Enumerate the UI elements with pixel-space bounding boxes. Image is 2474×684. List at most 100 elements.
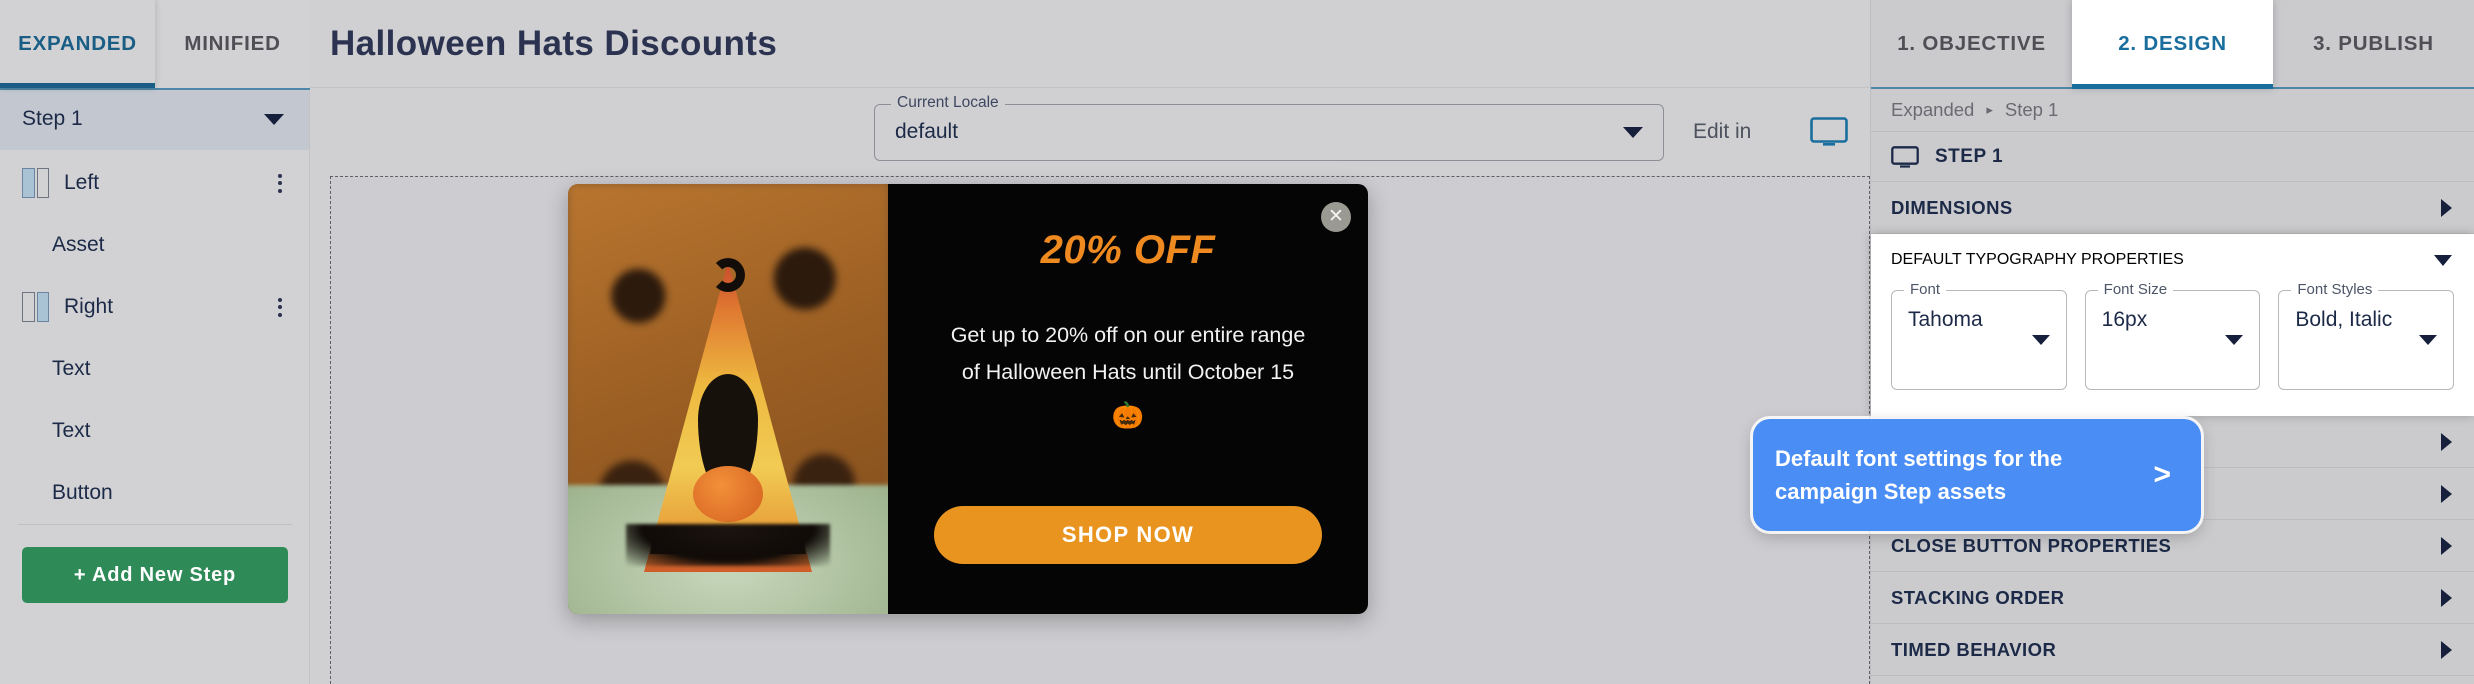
chevron-down-icon (264, 113, 284, 125)
sidebar-tab-underline (0, 88, 310, 90)
section-default-typography-title: DEFAULT TYPOGRAPHY PROPERTIES (1891, 251, 2184, 268)
close-icon[interactable]: ✕ (1321, 202, 1351, 232)
font-size-value: 16px (2101, 308, 2148, 331)
desktop-monitor-icon (1891, 145, 1919, 168)
campaign-header: Halloween Hats Discounts (310, 0, 1870, 88)
section-stacking-order-title: STACKING ORDER (1891, 586, 2065, 608)
font-size-select[interactable]: Font Size 16px (2084, 281, 2261, 390)
layer-item-asset[interactable]: Asset (0, 214, 310, 276)
split-left-icon (22, 168, 49, 198)
chevron-down-icon (2225, 335, 2244, 345)
main-area: Halloween Hats Discounts Current Locale … (310, 0, 2201, 684)
chevron-down-icon (2031, 335, 2050, 345)
edit-in-label: Edit in (1693, 120, 1752, 143)
tooltip-next-button[interactable]: > (2141, 458, 2179, 492)
typography-fields: Font Tahoma Font Size 16px Font Styles B… (1871, 281, 2474, 416)
section-timed-behavior-title: TIMED BEHAVIOR (1891, 638, 2057, 660)
layer-item-label: Right (64, 295, 114, 318)
tab-expanded-label: EXPANDED (18, 32, 137, 55)
add-step-container: + Add New Step (0, 525, 310, 603)
campaign-body-line1: Get up to 20% off on our entire range (950, 323, 1306, 347)
tab-expanded[interactable]: EXPANDED (0, 0, 155, 88)
tab-design[interactable]: 2. DESIGN (2072, 0, 2273, 89)
font-family-label: Font (1904, 281, 1947, 298)
chevron-right-icon (2441, 198, 2452, 217)
properties-panel: 1. OBJECTIVE 2. DESIGN 3. PUBLISH Expand… (1870, 0, 2474, 684)
split-right-icon (22, 292, 49, 322)
section-stacking-order[interactable]: STACKING ORDER (1871, 572, 2474, 624)
chevron-down-icon (2419, 335, 2438, 345)
section-default-typography-header[interactable]: DEFAULT TYPOGRAPHY PROPERTIES (1871, 234, 2474, 286)
font-styles-value: Bold, Italic (2295, 308, 2393, 331)
layer-item-label: Left (64, 171, 100, 194)
campaign-preview-modal: ✕ 20% OFF Get up to 20% off on our entir… (568, 184, 1368, 614)
chevron-right-icon (2441, 536, 2452, 555)
layer-item-label: Text (52, 419, 91, 442)
onboarding-tooltip: Default font settings for the campaign S… (1753, 419, 2201, 531)
pumpkin-emoji-icon: 🎃 (1111, 399, 1145, 430)
sidebar-tab-bar: EXPANDED MINIFIED (0, 0, 310, 90)
canvas-toolbar: Current Locale default Edit in (310, 88, 1900, 176)
current-locale-label: Current Locale (891, 93, 1005, 112)
tab-objective[interactable]: 1. OBJECTIVE (1871, 0, 2072, 88)
kebab-icon[interactable] (278, 297, 282, 317)
section-dimensions-title: DIMENSIONS (1891, 196, 2013, 218)
halloween-hat-illustration (626, 258, 830, 572)
layer-list: Left Asset Right Text Text Button + Add … (0, 150, 310, 684)
breadcrumb: Expanded ▸ Step 1 (1871, 88, 2474, 132)
campaign-headline: 20% OFF (1040, 228, 1216, 272)
chevron-down-icon (2434, 254, 2452, 266)
campaign-body-line2: of Halloween Hats until October 15 (961, 359, 1295, 384)
step-header: STEP 1 (1871, 132, 2474, 182)
campaign-designer-app: EXPANDED MINIFIED Step 1 Left Asset Righ… (0, 0, 2474, 684)
layer-item-button[interactable]: Button (0, 462, 310, 524)
campaign-body: Get up to 20% off on our entire range of… (907, 317, 1349, 438)
layer-item-label: Button (52, 481, 113, 504)
layer-item-right[interactable]: Right (0, 276, 310, 338)
font-family-select[interactable]: Font Tahoma (1891, 281, 2067, 390)
font-styles-select[interactable]: Font Styles Bold, Italic (2278, 281, 2455, 390)
wizard-tab-bar: 1. OBJECTIVE 2. DESIGN 3. PUBLISH (1871, 0, 2474, 89)
chevron-right-icon (2441, 432, 2452, 451)
chevron-right-icon (2441, 640, 2452, 659)
step-selector-value: Step 1 (22, 107, 83, 130)
font-styles-label: Font Styles (2291, 281, 2379, 298)
tab-minified[interactable]: MINIFIED (155, 0, 310, 88)
layer-item-left[interactable]: Left (0, 152, 310, 214)
tab-publish[interactable]: 3. PUBLISH (2273, 0, 2474, 88)
kebab-icon[interactable] (278, 173, 282, 193)
current-locale-dropdown[interactable]: Current Locale default (874, 93, 1664, 161)
section-timed-behavior[interactable]: TIMED BEHAVIOR (1871, 624, 2474, 676)
chevron-right-icon (2441, 484, 2452, 503)
onboarding-tooltip-text: Default font settings for the campaign S… (1775, 445, 2063, 504)
section-dimensions[interactable]: DIMENSIONS (1871, 182, 2474, 234)
step-selector-dropdown[interactable]: Step 1 (0, 88, 310, 150)
current-locale-value: default (895, 120, 959, 143)
breadcrumb-leaf[interactable]: Step 1 (2005, 99, 2059, 121)
step-header-label: STEP 1 (1935, 145, 2004, 167)
layer-item-text-2[interactable]: Text (0, 400, 310, 462)
add-new-step-button[interactable]: + Add New Step (22, 547, 288, 603)
font-size-label: Font Size (2097, 281, 2174, 298)
layer-item-text-1[interactable]: Text (0, 338, 310, 400)
tab-objective-label: 1. OBJECTIVE (1897, 32, 2046, 55)
layers-sidebar: EXPANDED MINIFIED Step 1 Left Asset Righ… (0, 0, 310, 684)
chevron-right-icon (2441, 588, 2452, 607)
desktop-monitor-icon[interactable] (1810, 117, 1848, 147)
chevron-down-icon (1623, 126, 1643, 138)
campaign-asset-image[interactable] (568, 184, 888, 614)
page-title: Halloween Hats Discounts (330, 23, 778, 63)
breadcrumb-separator-icon: ▸ (1986, 101, 1993, 117)
layer-item-label: Asset (52, 233, 105, 256)
tab-minified-label: MINIFIED (184, 32, 281, 55)
layer-item-label: Text (52, 357, 91, 380)
tab-publish-label: 3. PUBLISH (2313, 32, 2434, 55)
font-family-value: Tahoma (1908, 308, 1983, 331)
design-canvas: ✕ 20% OFF Get up to 20% off on our entir… (330, 176, 2201, 684)
campaign-content: ✕ 20% OFF Get up to 20% off on our entir… (888, 184, 1368, 614)
tab-design-label: 2. DESIGN (2118, 32, 2227, 55)
breadcrumb-root[interactable]: Expanded (1891, 99, 1974, 121)
section-close-button-properties-title: CLOSE BUTTON PROPERTIES (1891, 534, 2172, 556)
section-default-typography: DEFAULT TYPOGRAPHY PROPERTIES Font Tahom… (1871, 234, 2474, 416)
shop-now-button[interactable]: SHOP NOW (934, 506, 1322, 564)
